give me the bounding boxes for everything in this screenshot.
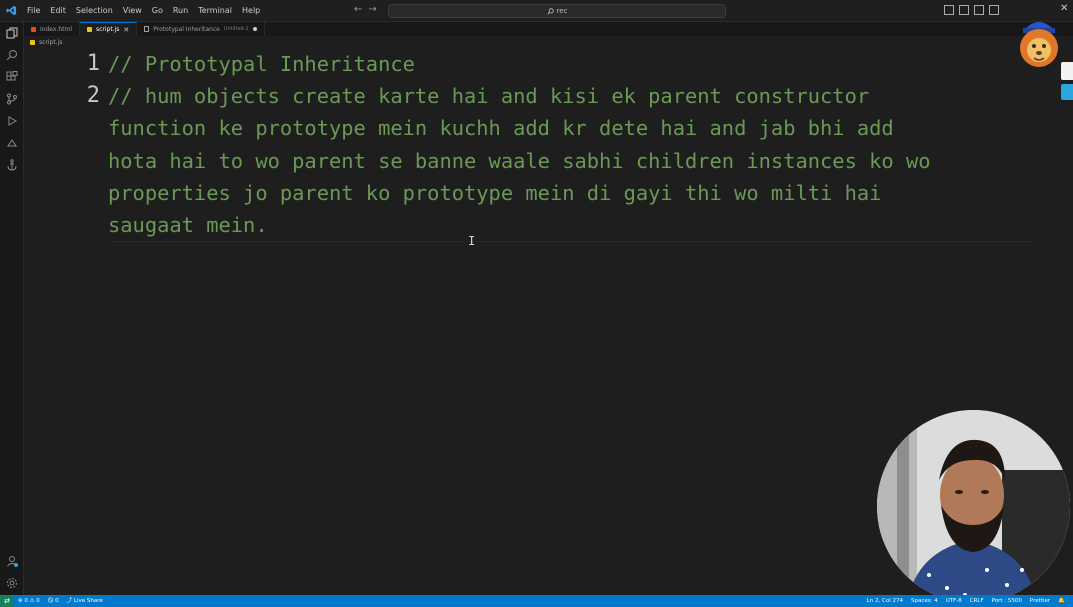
- activity-bar: [0, 22, 24, 595]
- tab-prototypal-inheritance[interactable]: Prototypal Inheritance Untitled-1: [137, 22, 265, 36]
- tab-close-icon[interactable]: ✕: [123, 26, 129, 34]
- document-icon: [144, 26, 150, 32]
- line-number: 2: [86, 83, 100, 108]
- tab-label: script.js: [96, 26, 120, 33]
- menu-go[interactable]: Go: [147, 0, 168, 22]
- search-sidebar-icon[interactable]: [5, 48, 19, 62]
- notifications-bell-icon[interactable]: 🔔: [1054, 595, 1069, 607]
- live-share-label: Live Share: [73, 598, 103, 604]
- breadcrumb: script.js: [30, 37, 62, 47]
- account-icon[interactable]: [5, 554, 19, 568]
- menu-help[interactable]: Help: [237, 0, 265, 22]
- indentation[interactable]: Spaces: 4: [907, 595, 942, 607]
- toggle-secondary-sidebar-icon[interactable]: [974, 5, 984, 15]
- problems-indicator[interactable]: ⊗ 0 ⚠ 0: [14, 595, 44, 607]
- lion-mascot-icon: [1014, 10, 1064, 70]
- ports-count: 0: [55, 598, 59, 604]
- unsaved-dot-icon[interactable]: [252, 27, 257, 31]
- vscode-logo-icon: [0, 0, 22, 22]
- end-of-line[interactable]: CRLF: [966, 595, 988, 607]
- menu-run[interactable]: Run: [168, 0, 193, 22]
- explorer-icon[interactable]: [5, 26, 19, 40]
- tab-label: index.html: [40, 25, 72, 33]
- toggle-panel-icon[interactable]: [959, 5, 969, 15]
- floating-widget-tab[interactable]: [1061, 84, 1073, 100]
- js-file-icon: [87, 27, 92, 32]
- tab-description: Untitled-1: [223, 26, 249, 32]
- cursor-position[interactable]: Ln 2, Col 274: [863, 595, 907, 607]
- extensions-icon[interactable]: [5, 70, 19, 84]
- anchor-icon[interactable]: [5, 158, 19, 172]
- code-line-comment: // hum objects create karte hai and kisi…: [108, 84, 870, 109]
- source-control-icon[interactable]: [5, 92, 19, 106]
- ports-indicator[interactable]: 🛇 0: [44, 595, 63, 607]
- editor-tab-bar: index.html script.js ✕ Prototypal Inheri…: [24, 22, 1073, 36]
- remote-indicator-icon[interactable]: ⇄: [0, 595, 14, 607]
- tab-script-js[interactable]: script.js ✕: [80, 22, 138, 36]
- error-count: 0: [24, 598, 28, 604]
- menu-view[interactable]: View: [118, 0, 147, 22]
- live-server-port[interactable]: Port : 5500: [988, 595, 1026, 607]
- code-line-comment-wrapped: saugaat mein.: [108, 213, 268, 238]
- code-line-comment: // Prototypal Inheritance: [108, 52, 415, 76]
- encoding[interactable]: UTF-8: [942, 595, 966, 607]
- menu-file[interactable]: File: [22, 0, 45, 22]
- command-center-search[interactable]: rec: [388, 4, 726, 18]
- title-bar: File Edit Selection View Go Run Terminal…: [0, 0, 1073, 22]
- layout-controls: [944, 5, 999, 15]
- menu-selection[interactable]: Selection: [71, 0, 118, 22]
- forward-arrow-icon[interactable]: →: [368, 4, 376, 15]
- remote-explorer-icon[interactable]: [5, 136, 19, 150]
- menu-terminal[interactable]: Terminal: [193, 0, 237, 22]
- prettier-status[interactable]: Prettier: [1026, 595, 1054, 607]
- status-bar: ⇄ ⊗ 0 ⚠ 0 🛇 0 ⤴ Live Share Ln 2, Col 274…: [0, 595, 1073, 607]
- breadcrumb-file[interactable]: script.js: [39, 39, 62, 46]
- customize-layout-icon[interactable]: [989, 5, 999, 15]
- tab-index-html[interactable]: index.html: [24, 22, 80, 36]
- menu-bar: File Edit Selection View Go Run Terminal…: [22, 0, 265, 22]
- warning-count: 0: [36, 598, 40, 604]
- command-center-text: rec: [556, 7, 568, 15]
- run-debug-icon[interactable]: [5, 114, 19, 128]
- webcam-overlay: [877, 410, 1070, 603]
- toggle-primary-sidebar-icon[interactable]: [944, 5, 954, 15]
- menu-edit[interactable]: Edit: [45, 0, 71, 22]
- settings-gear-icon[interactable]: [5, 576, 19, 590]
- code-line-comment-wrapped: properties jo parent ko prototype mein d…: [108, 180, 882, 205]
- html-file-icon: [31, 26, 36, 32]
- status-bar-right: Ln 2, Col 274 Spaces: 4 UTF-8 CRLF Port …: [863, 595, 1069, 607]
- tab-label: Prototypal Inheritance: [153, 25, 220, 33]
- floating-widget-tab[interactable]: [1061, 62, 1073, 80]
- back-arrow-icon[interactable]: ←: [354, 4, 362, 15]
- code-line-comment-wrapped: function ke prototype mein kuchh add kr …: [108, 116, 894, 141]
- navigation-arrows: ← →: [354, 4, 377, 15]
- search-icon: [546, 7, 554, 15]
- mouse-ibeam-cursor-icon: I: [468, 234, 476, 248]
- js-file-icon: [30, 39, 35, 45]
- live-share-button[interactable]: ⤴ Live Share: [63, 595, 107, 607]
- code-line-comment-wrapped: hota hai to wo parent se banne waale sab…: [108, 148, 931, 173]
- code-content[interactable]: // Prototypal Inheritance // hum objects…: [108, 48, 1028, 241]
- line-number: 1: [86, 51, 100, 76]
